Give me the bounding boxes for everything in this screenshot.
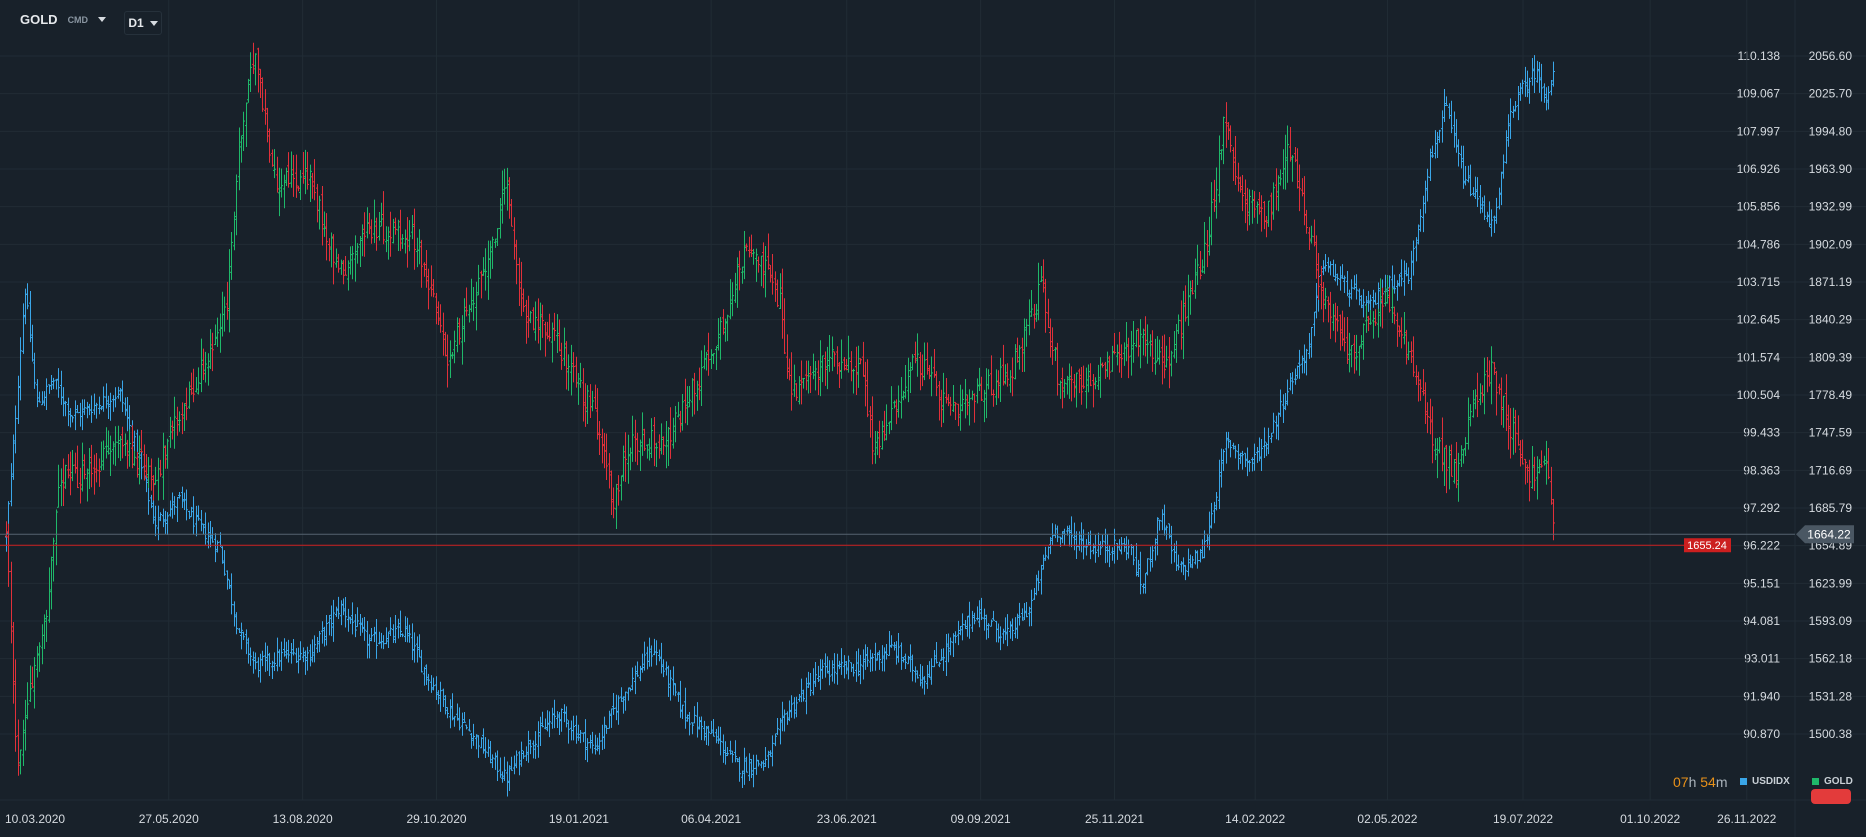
date-axis-label: 25.11.2021 <box>1085 812 1144 826</box>
price-chart[interactable]: 110.138 2056.60 109.067 2025.70 107.997 1994.… <box>0 0 1866 837</box>
date-axis-label: 14.02.2022 <box>1225 812 1285 826</box>
date-axis-label: 13.08.2020 <box>273 812 333 826</box>
gold-axis-label: 1932.99 <box>1809 200 1853 214</box>
date-axis-label: 06.04.2021 <box>681 812 741 826</box>
date-axis-label: 26.11.2022 <box>1717 812 1776 826</box>
usdidx-axis-label: 103.715 <box>1737 275 1781 289</box>
gold-axis-label: 1871.19 <box>1809 275 1853 289</box>
gold-axis-label: 1840.29 <box>1809 313 1853 327</box>
gold-axis-label: 1531.28 <box>1809 689 1853 703</box>
gold-axis-label: 1994.80 <box>1809 124 1853 138</box>
gold-axis-label: 2056.60 <box>1809 49 1853 63</box>
date-axis-label: 19.07.2022 <box>1493 812 1553 826</box>
chart-background <box>0 0 1866 837</box>
date-axis-label: 23.06.2021 <box>817 812 877 826</box>
usdidx-axis-label: 100.504 <box>1737 388 1781 402</box>
date-axis-label: 27.05.2020 <box>139 812 199 826</box>
usdidx-axis-label: 99.433 <box>1743 426 1780 440</box>
usdidx-axis-label: 102.645 <box>1737 313 1781 327</box>
date-axis-label: 10.03.2020 <box>5 812 65 826</box>
usdidx-axis-label: 93.011 <box>1744 652 1780 666</box>
gold-axis-label: 1809.39 <box>1809 350 1853 364</box>
usdidx-axis-label: 107.997 <box>1737 124 1781 138</box>
usdidx-axis-label: 106.926 <box>1737 162 1781 176</box>
usdidx-axis-label: 98.363 <box>1743 463 1780 477</box>
gold-axis-label: 2025.70 <box>1809 87 1853 101</box>
gold-axis-label: 1902.09 <box>1809 237 1853 251</box>
gold-axis-label: 1778.49 <box>1809 388 1853 402</box>
usdidx-axis-label: 95.151 <box>1743 576 1780 590</box>
date-axis-label: 09.09.2021 <box>951 812 1011 826</box>
gold-axis-label: 1593.09 <box>1809 614 1853 628</box>
usdidx-axis-label: 110.138 <box>1738 49 1781 63</box>
gold-axis-label: 1500.38 <box>1809 727 1853 741</box>
usdidx-axis-label: 101.574 <box>1737 350 1781 364</box>
usdidx-axis-label: 96.222 <box>1743 539 1780 553</box>
gold-axis-label: 1623.99 <box>1809 576 1853 590</box>
usdidx-axis-label: 97.292 <box>1743 501 1780 515</box>
usdidx-axis-label: 91.940 <box>1743 689 1780 703</box>
date-axis-label: 19.01.2021 <box>549 812 609 826</box>
date-axis-label: 29.10.2020 <box>406 812 466 826</box>
gold-axis-label: 1716.69 <box>1809 463 1853 477</box>
usdidx-axis-label: 109.067 <box>1737 87 1781 101</box>
usdidx-axis-label: 90.870 <box>1743 727 1780 741</box>
date-axis-label: 01.10.2022 <box>1620 812 1680 826</box>
date-axis-label: 02.05.2022 <box>1357 812 1417 826</box>
gold-axis-label: 1963.90 <box>1809 162 1853 176</box>
gold-axis-label: 1562.18 <box>1809 652 1853 666</box>
usdidx-axis-label: 94.081 <box>1743 614 1780 628</box>
gold-axis-label: 1747.59 <box>1809 426 1853 440</box>
usdidx-axis-label: 105.856 <box>1737 200 1781 214</box>
usdidx-axis-label: 104.786 <box>1737 237 1781 251</box>
gold-axis-label: 1685.79 <box>1809 501 1853 515</box>
